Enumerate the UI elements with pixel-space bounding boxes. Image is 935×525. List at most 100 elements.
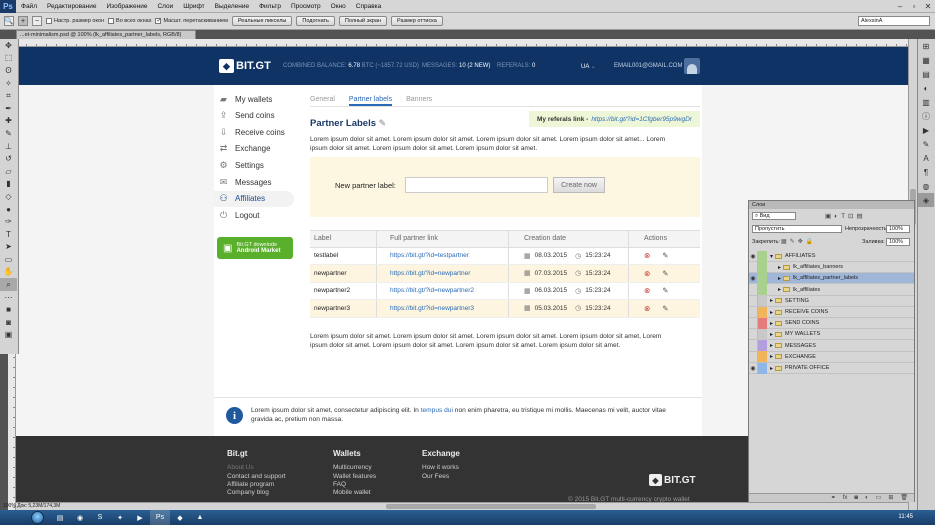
swatches-icon[interactable]: ▤ — [918, 67, 934, 81]
footer-link[interactable]: How it works — [422, 464, 460, 472]
site-logo[interactable]: ◆ BIT.GT — [219, 58, 271, 74]
layer-row[interactable]: ◉ ▾ AFFILIATES — [749, 250, 914, 262]
sidebar-item-messages[interactable]: ✉ Messages — [214, 174, 294, 190]
folder-icon[interactable]: ▭ — [876, 494, 882, 502]
eye-icon[interactable]: ◉ — [749, 362, 758, 374]
move-tool-icon[interactable]: ✥ — [0, 39, 17, 52]
new-layer-icon[interactable]: ⊞ — [888, 494, 893, 502]
disclosure-arrow-icon[interactable]: ▸ — [770, 331, 773, 338]
disclosure-arrow-icon[interactable]: ▾ — [770, 253, 773, 260]
app3-taskbar-icon[interactable]: ▲ — [190, 510, 210, 525]
document-tab[interactable]: ...et-minimalism.psd @ 100% (lk_affiliat… — [16, 30, 196, 39]
sidebar-item-receive-coins[interactable]: ⇩ Receive coins — [214, 124, 294, 140]
properties-icon[interactable]: ▦ — [918, 53, 934, 67]
start-button[interactable] — [31, 511, 44, 524]
color-swatch-icon[interactable]: ■ — [0, 303, 17, 316]
fx-icon[interactable]: fx — [843, 494, 848, 502]
disclosure-arrow-icon[interactable]: ▸ — [770, 309, 773, 316]
disclosure-arrow-icon[interactable]: ▸ — [770, 297, 773, 304]
menu-item[interactable]: Окно — [326, 3, 351, 10]
eye-off-icon[interactable] — [749, 340, 758, 352]
path-select-icon[interactable]: ➤ — [0, 241, 17, 254]
zoom-out-icon[interactable]: − — [32, 16, 42, 26]
eye-off-icon[interactable] — [749, 306, 758, 318]
partner-link[interactable]: https://bit.gt/?id=newpartner3 — [390, 305, 474, 312]
clone-stamp-icon[interactable]: ⊥ — [0, 140, 17, 153]
info-link[interactable]: tempus dui — [421, 407, 453, 414]
menu-item[interactable]: Просмотр — [286, 3, 326, 10]
footer-link[interactable]: Affiliate program — [227, 481, 286, 489]
close-icon[interactable]: ✕ — [921, 0, 935, 13]
trash-icon[interactable]: 🗑 — [900, 494, 908, 502]
sidebar-item-my-wallets[interactable]: ▰ My wallets — [214, 91, 294, 107]
eraser-tool-icon[interactable]: ▱ — [0, 165, 17, 178]
app-taskbar-icon[interactable]: ✦ — [110, 510, 130, 525]
paragraph-icon[interactable]: ¶ — [918, 165, 934, 179]
lock-icons[interactable]: ▦✎✥🔒 — [781, 238, 816, 245]
browser-taskbar-icon[interactable]: ◉ — [70, 510, 90, 525]
delete-icon[interactable]: ⊗ — [644, 251, 650, 260]
user-email[interactable]: EMAIL001@GMAIL.COM — [614, 63, 682, 69]
adjustments-icon[interactable]: ◐ — [918, 81, 934, 95]
eye-off-icon[interactable] — [749, 317, 758, 329]
minimize-icon[interactable]: – — [893, 0, 907, 13]
pen-tool-icon[interactable]: ✑ — [0, 215, 17, 228]
workspace-select[interactable]: AlexsinA — [858, 16, 930, 26]
type-tool-icon[interactable]: T — [0, 228, 17, 241]
history-icon[interactable]: ⊞ — [918, 39, 934, 53]
layer-row[interactable]: ▸ lk_affiliates_banners — [749, 261, 914, 274]
disclosure-arrow-icon[interactable]: ▸ — [770, 365, 773, 372]
photoshop-taskbar-icon[interactable]: Ps — [150, 510, 170, 525]
info-panel-icon[interactable]: ⓘ — [918, 109, 934, 123]
horizontal-scrollbar[interactable] — [16, 502, 908, 510]
disclosure-arrow-icon[interactable]: ▸ — [770, 320, 773, 327]
eye-off-icon[interactable] — [749, 328, 758, 340]
footer-link[interactable]: Mobile wallet — [333, 489, 376, 497]
android-market-button[interactable]: ▣ Bit.GT downlode Android Market — [217, 237, 293, 259]
layer-row[interactable]: ▸ RECEIVE COINS — [749, 306, 914, 318]
partner-link[interactable]: https://bit.gt/?id=newpartner — [390, 270, 470, 277]
quick-mask-icon[interactable]: ◙ — [0, 316, 17, 329]
lasso-tool-icon[interactable]: ʘ — [0, 64, 17, 77]
brush-tool-icon[interactable]: ✎ — [0, 127, 17, 140]
messages-stat[interactable]: MESSAGES: 10 (2 NEW) — [422, 63, 490, 69]
eyedropper-icon[interactable]: ✒ — [0, 102, 17, 115]
delete-icon[interactable]: ⊗ — [644, 286, 650, 295]
eye-off-icon[interactable] — [749, 261, 758, 273]
gradient-tool-icon[interactable]: ▮ — [0, 178, 17, 191]
fill-screen-button[interactable]: Полный экран — [338, 16, 387, 26]
more-tools-icon[interactable]: ⋯ — [0, 291, 17, 304]
explorer-taskbar-icon[interactable]: ▤ — [50, 510, 70, 525]
media-taskbar-icon[interactable]: ▶ — [130, 510, 150, 525]
disclosure-arrow-icon[interactable]: ▸ — [778, 264, 781, 271]
delete-icon[interactable]: ⊗ — [644, 269, 650, 278]
eye-off-icon[interactable] — [749, 295, 758, 307]
tab-partner-labels[interactable]: Partner labels — [348, 93, 393, 106]
menu-item[interactable]: Выделение — [210, 3, 254, 10]
footer-link[interactable]: About Us — [227, 464, 286, 472]
layer-row[interactable]: ▸ SEND COINS — [749, 317, 914, 330]
print-size-button[interactable]: Размер оттиска — [390, 16, 443, 26]
scrubby-zoom-checkbox[interactable]: ✓ Масшт. перетаскиванием — [155, 18, 228, 24]
channels-icon[interactable]: ◍ — [918, 179, 934, 193]
referals-stat[interactable]: REFERALS: 0 — [497, 63, 535, 69]
opacity-field[interactable]: 100% — [886, 225, 910, 233]
edit-icon[interactable]: ✎ — [662, 269, 668, 278]
language-select[interactable]: UA ⌄ — [581, 63, 596, 70]
disclosure-arrow-icon[interactable]: ▸ — [778, 275, 781, 282]
all-windows-checkbox[interactable]: Во всех окнах — [108, 18, 151, 24]
actions-icon[interactable]: ▶ — [918, 123, 934, 137]
tab-general[interactable]: General — [310, 93, 335, 106]
layer-row[interactable]: ▸ SETTING — [749, 295, 914, 307]
menu-item[interactable]: Слои — [152, 3, 178, 10]
layer-row[interactable]: ◉ ▸ PRIVATE OFFICE — [749, 362, 914, 374]
scroll-thumb[interactable] — [386, 504, 596, 509]
mask-icon[interactable]: ◙ — [854, 494, 858, 502]
layer-row[interactable]: ▸ EXCHANGE — [749, 351, 914, 363]
referal-link[interactable]: https://bit.gt/?id=1Cfgber95p9wgDr — [591, 116, 692, 123]
link-icon[interactable]: ⚭ — [831, 494, 836, 502]
layer-filter-icons[interactable]: ▣◐T⊡▤ — [825, 212, 866, 220]
layer-row[interactable]: ▸ lk_affiliates — [749, 284, 914, 296]
layer-row[interactable]: ▸ MY WALLETS — [749, 328, 914, 341]
dodge-tool-icon[interactable]: ● — [0, 203, 17, 216]
